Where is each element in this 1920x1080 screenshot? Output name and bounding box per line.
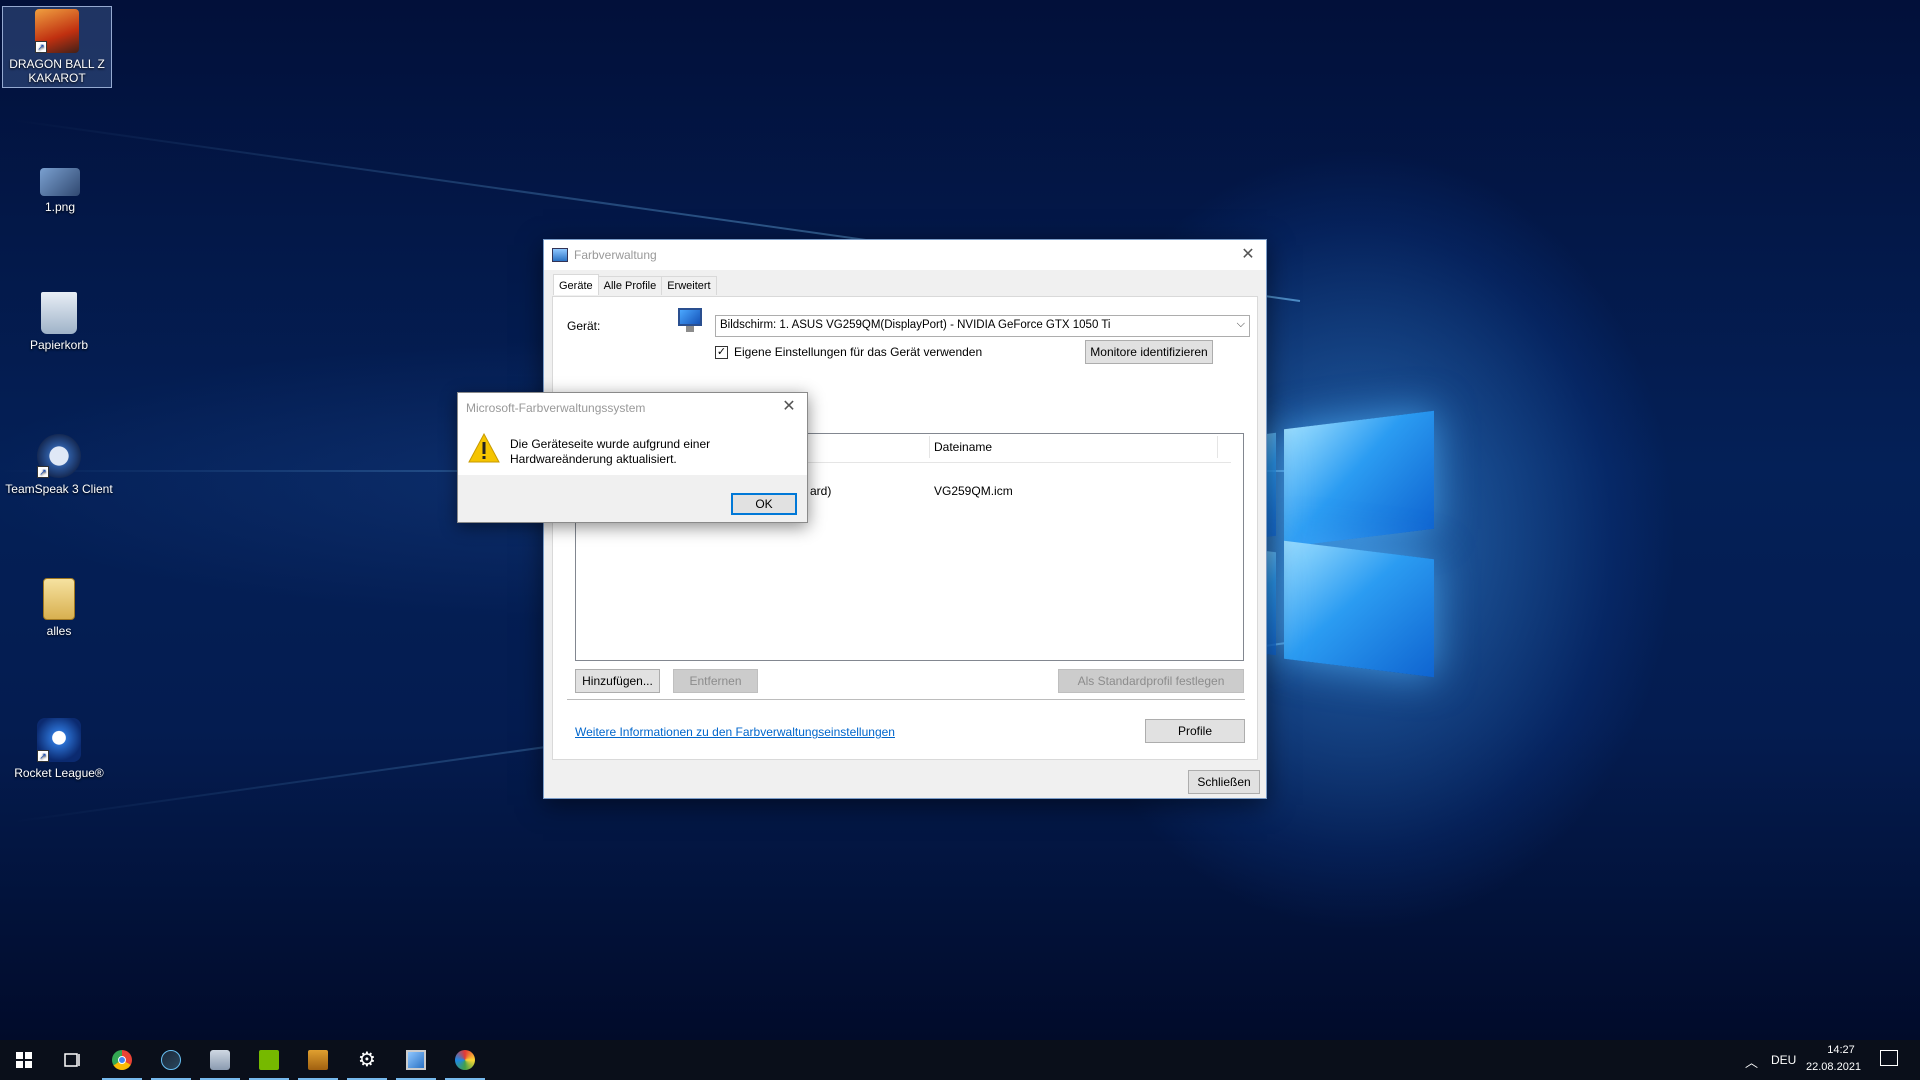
monitor-icon	[406, 1050, 426, 1070]
message-box: Microsoft-Farbverwaltungssystem ✕ Die Ge…	[457, 392, 808, 523]
chevron-up-icon[interactable]: ︿	[1745, 1052, 1758, 1071]
app-icon	[210, 1050, 230, 1070]
chevron-down-icon: ⌵	[1236, 318, 1245, 330]
own-settings-checkbox[interactable]: ✓	[715, 346, 728, 359]
logo-pane	[1284, 410, 1434, 548]
add-button[interactable]: Hinzufügen...	[575, 669, 660, 693]
recycle-bin-icon	[41, 292, 77, 334]
close-button[interactable]: Schließen	[1188, 770, 1260, 794]
taskbar-nvidia[interactable]	[245, 1040, 293, 1080]
desktop-icon-label: Papierkorb	[29, 338, 89, 352]
message-line: Hardwareänderung aktualisiert.	[510, 452, 677, 466]
profile-row-name[interactable]: ard)	[810, 484, 831, 498]
desktop-icon-alles[interactable]: alles	[4, 578, 114, 638]
divider	[567, 699, 1245, 700]
set-default-profile-button[interactable]: Als Standardprofil festlegen	[1058, 669, 1244, 693]
paint-icon	[455, 1050, 475, 1070]
desktop-icon-label: TeamSpeak 3 Client	[5, 482, 113, 496]
desktop-icon-label: DRAGON BALL Z	[9, 57, 105, 71]
dialog-titlebar[interactable]: Farbverwaltung ✕	[544, 240, 1266, 270]
message-text: Die Geräteseite wurde aufgrund einer Har…	[510, 437, 770, 467]
dialog-title: Farbverwaltung	[574, 248, 657, 262]
warning-icon	[468, 433, 500, 463]
rocket-league-icon: ↗	[37, 718, 81, 762]
shortcut-arrow-icon: ↗	[35, 41, 47, 53]
language-indicator[interactable]: DEU	[1771, 1053, 1796, 1067]
remove-button[interactable]: Entfernen	[673, 669, 758, 693]
taskbar-color-management[interactable]	[392, 1040, 440, 1080]
clock-date[interactable]: 22.08.2021	[1806, 1061, 1861, 1073]
desktop-icon-rocket-league[interactable]: ↗ Rocket League®	[4, 718, 114, 780]
taskbar-chrome[interactable]	[98, 1040, 146, 1080]
devices-panel: Gerät: Bildschirm: 1. ASUS VG259QM(Displ…	[552, 296, 1258, 760]
tab-bar: Geräte Alle Profile Erweitert	[553, 274, 717, 295]
folder-icon	[43, 578, 75, 620]
nvidia-icon	[259, 1050, 279, 1070]
profile-row-file[interactable]: VG259QM.icm	[934, 484, 1013, 498]
message-box-title: Microsoft-Farbverwaltungssystem	[466, 401, 646, 415]
notification-icon[interactable]	[1880, 1050, 1898, 1066]
shortcut-arrow-icon: ↗	[37, 466, 49, 478]
column-separator	[929, 436, 930, 458]
taskbar-game[interactable]	[294, 1040, 342, 1080]
identify-monitors-button[interactable]: Monitore identifizieren	[1085, 340, 1213, 364]
device-label: Gerät:	[567, 319, 601, 333]
desktop-icon-label: KAKAROT	[28, 71, 86, 85]
desktop-icon-label: Rocket League®	[14, 766, 104, 780]
windows-start-icon	[16, 1052, 32, 1068]
desktop-icon-png[interactable]: 1.png	[5, 162, 115, 214]
taskbar-settings[interactable]: ⚙	[343, 1040, 391, 1080]
info-link[interactable]: Weitere Informationen zu den Farbverwalt…	[575, 725, 895, 739]
desktop-icon-label: 1.png	[44, 200, 76, 214]
close-icon[interactable]: ✕	[779, 397, 799, 417]
task-view-button[interactable]	[48, 1040, 96, 1080]
message-box-titlebar[interactable]: Microsoft-Farbverwaltungssystem ✕	[458, 393, 807, 423]
message-box-body: Die Geräteseite wurde aufgrund einer Har…	[458, 423, 807, 475]
device-select-value: Bildschirm: 1. ASUS VG259QM(DisplayPort)…	[720, 319, 1111, 331]
desktop-icon-teamspeak[interactable]: ↗ TeamSpeak 3 Client	[4, 434, 114, 496]
column-header-filename[interactable]: Dateiname	[934, 440, 992, 454]
own-settings-label: Eigene Einstellungen für das Gerät verwe…	[734, 345, 983, 359]
message-line: Die Geräteseite wurde aufgrund einer	[510, 437, 711, 451]
tab-advanced[interactable]: Erweitert	[661, 276, 717, 295]
start-button[interactable]	[0, 1040, 48, 1080]
column-separator	[1217, 436, 1218, 458]
task-view-icon	[64, 1053, 80, 1067]
taskbar-steam[interactable]	[147, 1040, 195, 1080]
steam-icon	[161, 1050, 181, 1070]
taskbar: ⚙ ︿ DEU 14:27 22.08.2021	[0, 1040, 1920, 1080]
clock-time[interactable]: 14:27	[1820, 1044, 1862, 1056]
tab-all-profiles[interactable]: Alle Profile	[597, 276, 663, 295]
desktop-icon-label: alles	[46, 624, 72, 638]
game-icon	[308, 1050, 328, 1070]
monitor-icon	[676, 308, 704, 334]
dragonball-icon: ↗	[35, 9, 79, 53]
tab-devices[interactable]: Geräte	[553, 274, 599, 295]
gear-icon: ⚙	[358, 1049, 376, 1071]
desktop-icon-dragonball[interactable]: ↗ DRAGON BALL Z KAKAROT	[2, 6, 112, 88]
color-management-icon	[552, 248, 568, 262]
logo-pane	[1284, 540, 1434, 678]
shortcut-arrow-icon: ↗	[37, 750, 49, 762]
ok-button[interactable]: OK	[731, 493, 797, 515]
close-icon[interactable]: ✕	[1238, 245, 1258, 265]
chrome-icon	[112, 1050, 132, 1070]
image-file-icon	[40, 168, 80, 196]
desktop-icon-recycle-bin[interactable]: Papierkorb	[4, 292, 114, 352]
device-select[interactable]: Bildschirm: 1. ASUS VG259QM(DisplayPort)…	[715, 315, 1250, 337]
taskbar-paint[interactable]	[441, 1040, 489, 1080]
taskbar-app[interactable]	[196, 1040, 244, 1080]
teamspeak-icon: ↗	[37, 434, 81, 478]
profiles-button[interactable]: Profile	[1145, 719, 1245, 743]
